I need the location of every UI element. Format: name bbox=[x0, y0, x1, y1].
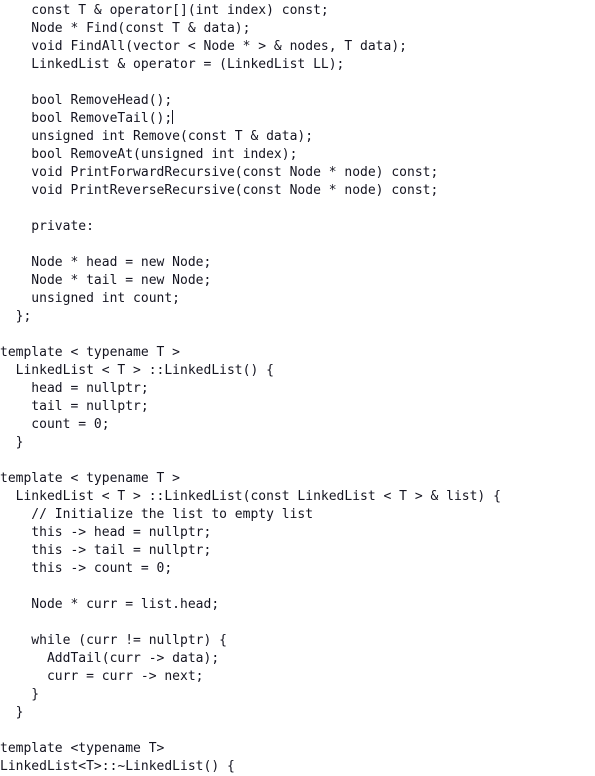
code-line[interactable]: Node * curr = list.head; bbox=[0, 596, 595, 614]
code-line-text: Node * head = new Node; bbox=[0, 255, 212, 270]
code-line-text: bool RemoveTail(); bbox=[0, 111, 173, 126]
code-line[interactable]: void FindAll(vector < Node * > & nodes, … bbox=[0, 38, 595, 56]
code-line[interactable]: }; bbox=[0, 308, 595, 326]
code-line-text: bool RemoveAt(unsigned int index); bbox=[0, 147, 298, 162]
code-line[interactable]: LinkedList < T > ::LinkedList() { bbox=[0, 362, 595, 380]
code-line[interactable] bbox=[0, 236, 595, 254]
code-line[interactable] bbox=[0, 722, 595, 740]
code-line[interactable]: bool RemoveAt(unsigned int index); bbox=[0, 146, 595, 164]
code-line-text: this -> head = nullptr; bbox=[0, 525, 212, 540]
code-line[interactable]: bool RemoveTail(); bbox=[0, 110, 595, 128]
code-line[interactable]: unsigned int Remove(const T & data); bbox=[0, 128, 595, 146]
code-line-text: Node * Find(const T & data); bbox=[0, 21, 251, 36]
code-line-text: const T & operator[](int index) const; bbox=[0, 3, 329, 18]
code-line[interactable]: const T & operator[](int index) const; bbox=[0, 2, 595, 20]
code-line-text: template < typename T > bbox=[0, 471, 181, 486]
code-line[interactable] bbox=[0, 452, 595, 470]
code-line-text: } bbox=[0, 687, 40, 702]
code-line[interactable]: } bbox=[0, 434, 595, 452]
code-line-text: Node * tail = new Node; bbox=[0, 273, 212, 288]
code-line-text: bool RemoveHead(); bbox=[0, 93, 173, 108]
code-line[interactable]: this -> count = 0; bbox=[0, 560, 595, 578]
code-line[interactable]: while (curr != nullptr) { bbox=[0, 632, 595, 650]
code-line-text: Node * curr = list.head; bbox=[0, 597, 220, 612]
code-line-text: private: bbox=[0, 219, 94, 234]
code-line[interactable]: template < typename T > bbox=[0, 344, 595, 362]
code-line-text: template < typename T > bbox=[0, 345, 181, 360]
code-line[interactable]: this -> tail = nullptr; bbox=[0, 542, 595, 560]
code-line[interactable]: unsigned int count; bbox=[0, 290, 595, 308]
code-line-text: head = nullptr; bbox=[0, 381, 149, 396]
code-line[interactable] bbox=[0, 326, 595, 344]
code-line-text: this -> tail = nullptr; bbox=[0, 543, 212, 558]
code-line-text: void PrintForwardRecursive(const Node * … bbox=[0, 165, 439, 180]
code-line[interactable]: count = 0; bbox=[0, 416, 595, 434]
code-line-text: LinkedList & operator = (LinkedList LL); bbox=[0, 57, 345, 72]
code-line[interactable]: } bbox=[0, 686, 595, 704]
code-line-text: tail = nullptr; bbox=[0, 399, 149, 414]
code-line-text: } bbox=[0, 435, 24, 450]
code-line-text: }; bbox=[0, 309, 32, 324]
code-line[interactable]: template <typename T> bbox=[0, 740, 595, 758]
code-line-text: } bbox=[0, 705, 24, 720]
code-line[interactable]: Node * Find(const T & data); bbox=[0, 20, 595, 38]
code-line[interactable]: LinkedList < T > ::LinkedList(const Link… bbox=[0, 488, 595, 506]
code-line-text: // Initialize the list to empty list bbox=[0, 507, 314, 522]
code-line[interactable]: curr = curr -> next; bbox=[0, 668, 595, 686]
code-line-text: curr = curr -> next; bbox=[0, 669, 204, 684]
code-line[interactable]: template < typename T > bbox=[0, 470, 595, 488]
code-line[interactable]: bool RemoveHead(); bbox=[0, 92, 595, 110]
code-line[interactable]: tail = nullptr; bbox=[0, 398, 595, 416]
code-line[interactable]: Node * tail = new Node; bbox=[0, 272, 595, 290]
code-line-text: AddTail(curr -> data); bbox=[0, 651, 220, 666]
code-line[interactable]: } bbox=[0, 704, 595, 722]
code-line[interactable]: AddTail(curr -> data); bbox=[0, 650, 595, 668]
source-code-block[interactable]: const T & operator[](int index) const; N… bbox=[0, 0, 595, 776]
code-line-text: LinkedList < T > ::LinkedList(const Link… bbox=[0, 489, 501, 504]
code-line[interactable]: void PrintForwardRecursive(const Node * … bbox=[0, 164, 595, 182]
code-line-text: template <typename T> bbox=[0, 741, 165, 756]
text-caret bbox=[172, 110, 174, 124]
code-line-text: LinkedList<T>::~LinkedList() { bbox=[0, 759, 235, 774]
code-line-text: void FindAll(vector < Node * > & nodes, … bbox=[0, 39, 407, 54]
code-line-text: while (curr != nullptr) { bbox=[0, 633, 227, 648]
code-line[interactable]: private: bbox=[0, 218, 595, 236]
code-line[interactable] bbox=[0, 614, 595, 632]
code-line[interactable]: head = nullptr; bbox=[0, 380, 595, 398]
code-line[interactable]: this -> head = nullptr; bbox=[0, 524, 595, 542]
code-line[interactable]: // Initialize the list to empty list bbox=[0, 506, 595, 524]
code-line-text: this -> count = 0; bbox=[0, 561, 173, 576]
code-line-text: unsigned int count; bbox=[0, 291, 181, 306]
code-line[interactable]: LinkedList & operator = (LinkedList LL); bbox=[0, 56, 595, 74]
code-line[interactable]: void PrintReverseRecursive(const Node * … bbox=[0, 182, 595, 200]
code-line[interactable]: Node * head = new Node; bbox=[0, 254, 595, 272]
code-line[interactable] bbox=[0, 578, 595, 596]
code-editor-surface[interactable]: const T & operator[](int index) const; N… bbox=[0, 0, 595, 774]
code-line[interactable]: LinkedList<T>::~LinkedList() { bbox=[0, 758, 595, 776]
code-line-text: count = 0; bbox=[0, 417, 110, 432]
code-line-text: LinkedList < T > ::LinkedList() { bbox=[0, 363, 274, 378]
code-line[interactable] bbox=[0, 74, 595, 92]
code-line-text: void PrintReverseRecursive(const Node * … bbox=[0, 183, 439, 198]
code-line[interactable] bbox=[0, 200, 595, 218]
code-line-text: unsigned int Remove(const T & data); bbox=[0, 129, 314, 144]
